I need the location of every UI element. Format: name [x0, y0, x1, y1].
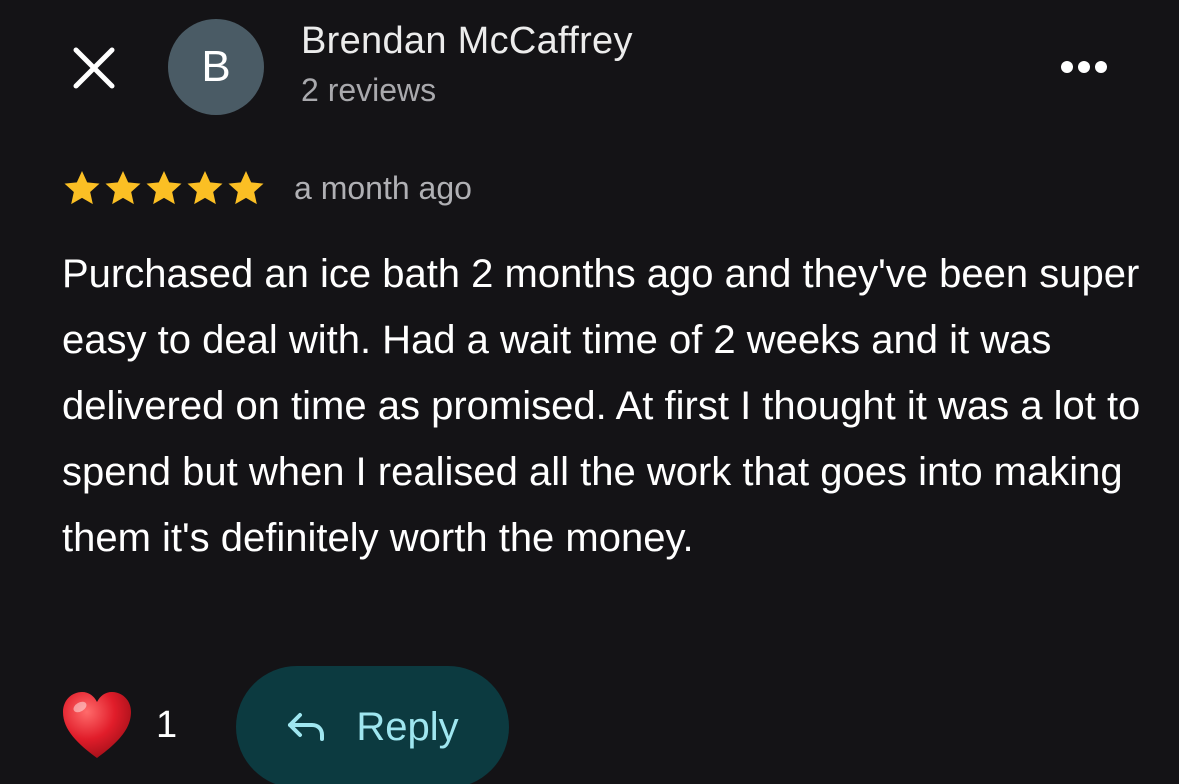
avatar[interactable]: B: [168, 19, 264, 115]
star-icon: [187, 171, 223, 205]
star-rating: [62, 168, 266, 208]
more-options-button[interactable]: [1052, 50, 1116, 84]
star-icon: [146, 171, 182, 205]
close-button[interactable]: [70, 44, 118, 92]
author-review-count: 2 reviews: [301, 72, 437, 108]
star-icon: [228, 171, 264, 205]
heart-icon: [63, 692, 131, 758]
reply-button[interactable]: Reply: [236, 666, 509, 784]
rating-row: a month ago: [62, 166, 472, 210]
review-text: Purchased an ice bath 2 months ago and t…: [62, 252, 1141, 560]
star-icon: [105, 171, 141, 205]
like-count: 1: [156, 704, 178, 746]
like-button[interactable]: [60, 690, 134, 762]
reply-label: Reply: [356, 704, 459, 749]
review-time: a month ago: [294, 169, 472, 206]
reply-arrow-icon: [288, 713, 325, 741]
close-icon: [73, 47, 115, 89]
more-horizontal-icon: [1061, 61, 1107, 73]
star-icon: [64, 171, 100, 205]
author-name[interactable]: Brendan McCaffrey: [301, 20, 633, 63]
review-detail-screen: B Brendan McCaffrey 2 reviews a month ag…: [0, 0, 1179, 784]
